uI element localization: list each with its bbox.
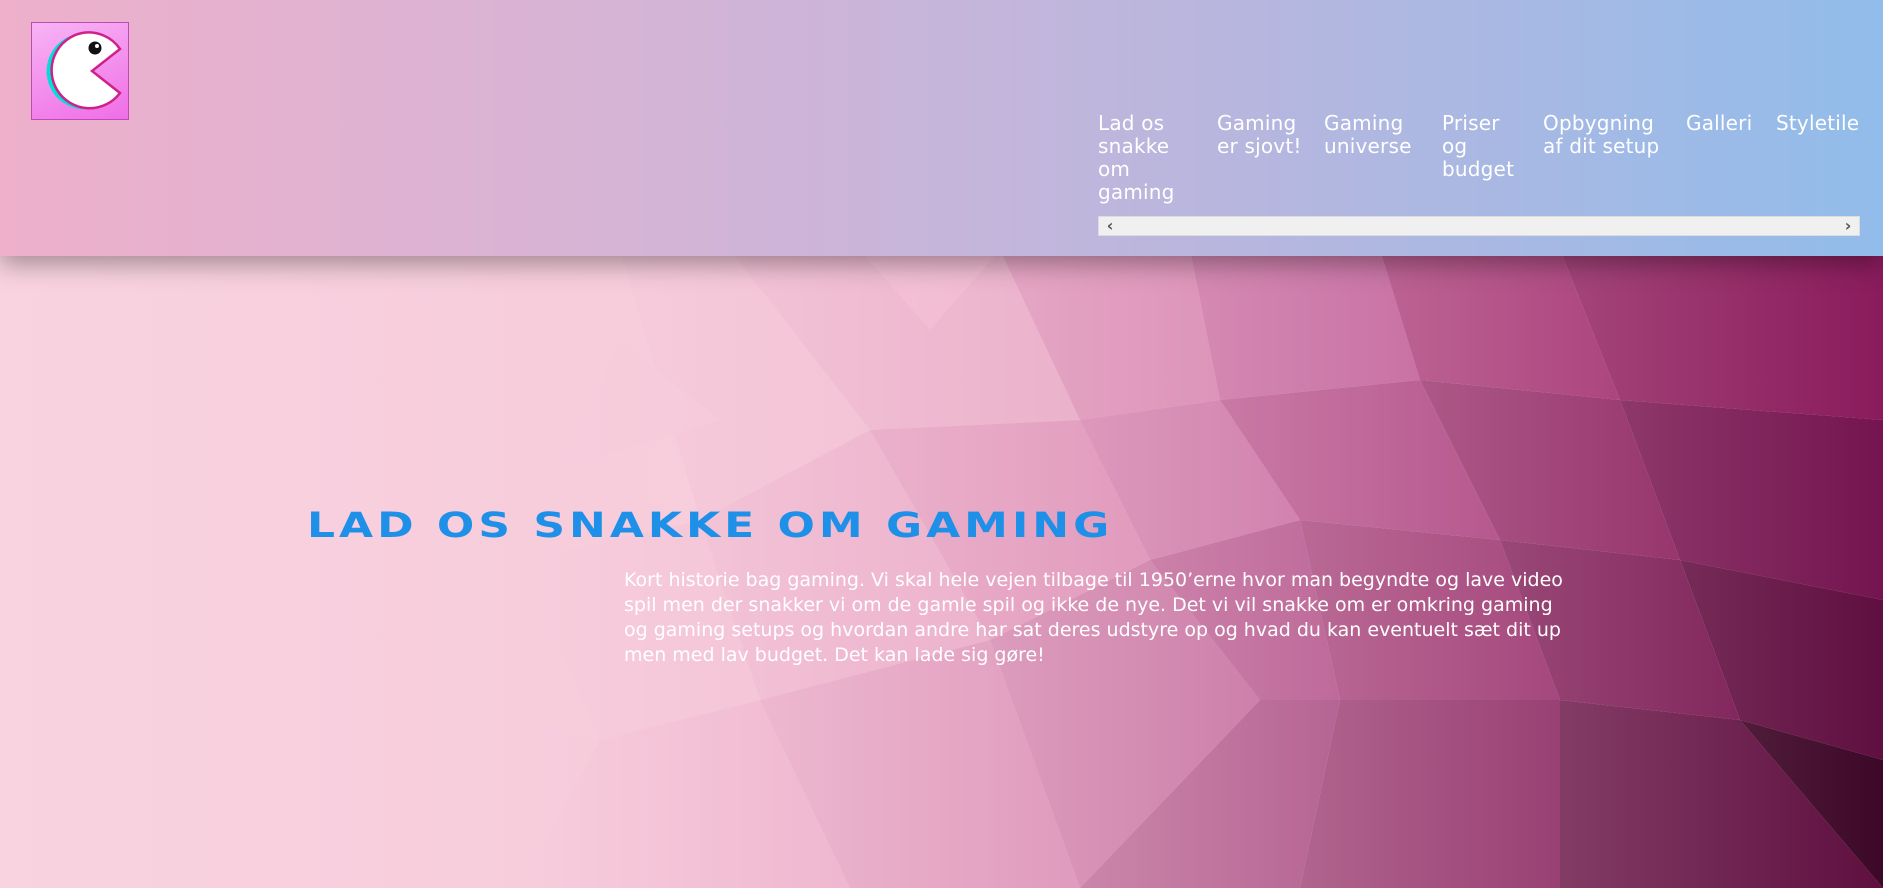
site-header: Lad os snakke om gaming Gaming er sjovt!… [0,0,1883,256]
pacman-logo-icon [32,23,128,119]
nav-item-styletile[interactable]: Styletile [1776,112,1866,135]
main-nav: Lad os snakke om gaming Gaming er sjovt!… [1098,112,1860,237]
nav-item-opbygning[interactable]: Opbygning af dit setup [1543,112,1671,158]
nav-item-gaming-er-sjovt[interactable]: Gaming er sjovt! [1217,112,1305,158]
scroll-right-icon[interactable]: › [1839,217,1857,235]
scroll-left-icon[interactable]: ‹ [1101,217,1119,235]
hero-text: Kort historie bag gaming. Vi skal hele v… [624,569,1563,666]
nav-item-gaming-universe[interactable]: Gaming universe [1324,112,1434,158]
logo[interactable] [31,22,129,120]
nav-item-lad-os-snakke[interactable]: Lad os snakke om gaming [1098,112,1198,204]
nav-item-priser-og-budget[interactable]: Priser og budget [1442,112,1524,181]
nav-scrollbar[interactable]: ‹ › [1098,216,1860,236]
hero-title: LAD OS SNAKKE OM GAMING [307,506,1114,546]
nav-item-galleri[interactable]: Galleri [1686,112,1766,135]
